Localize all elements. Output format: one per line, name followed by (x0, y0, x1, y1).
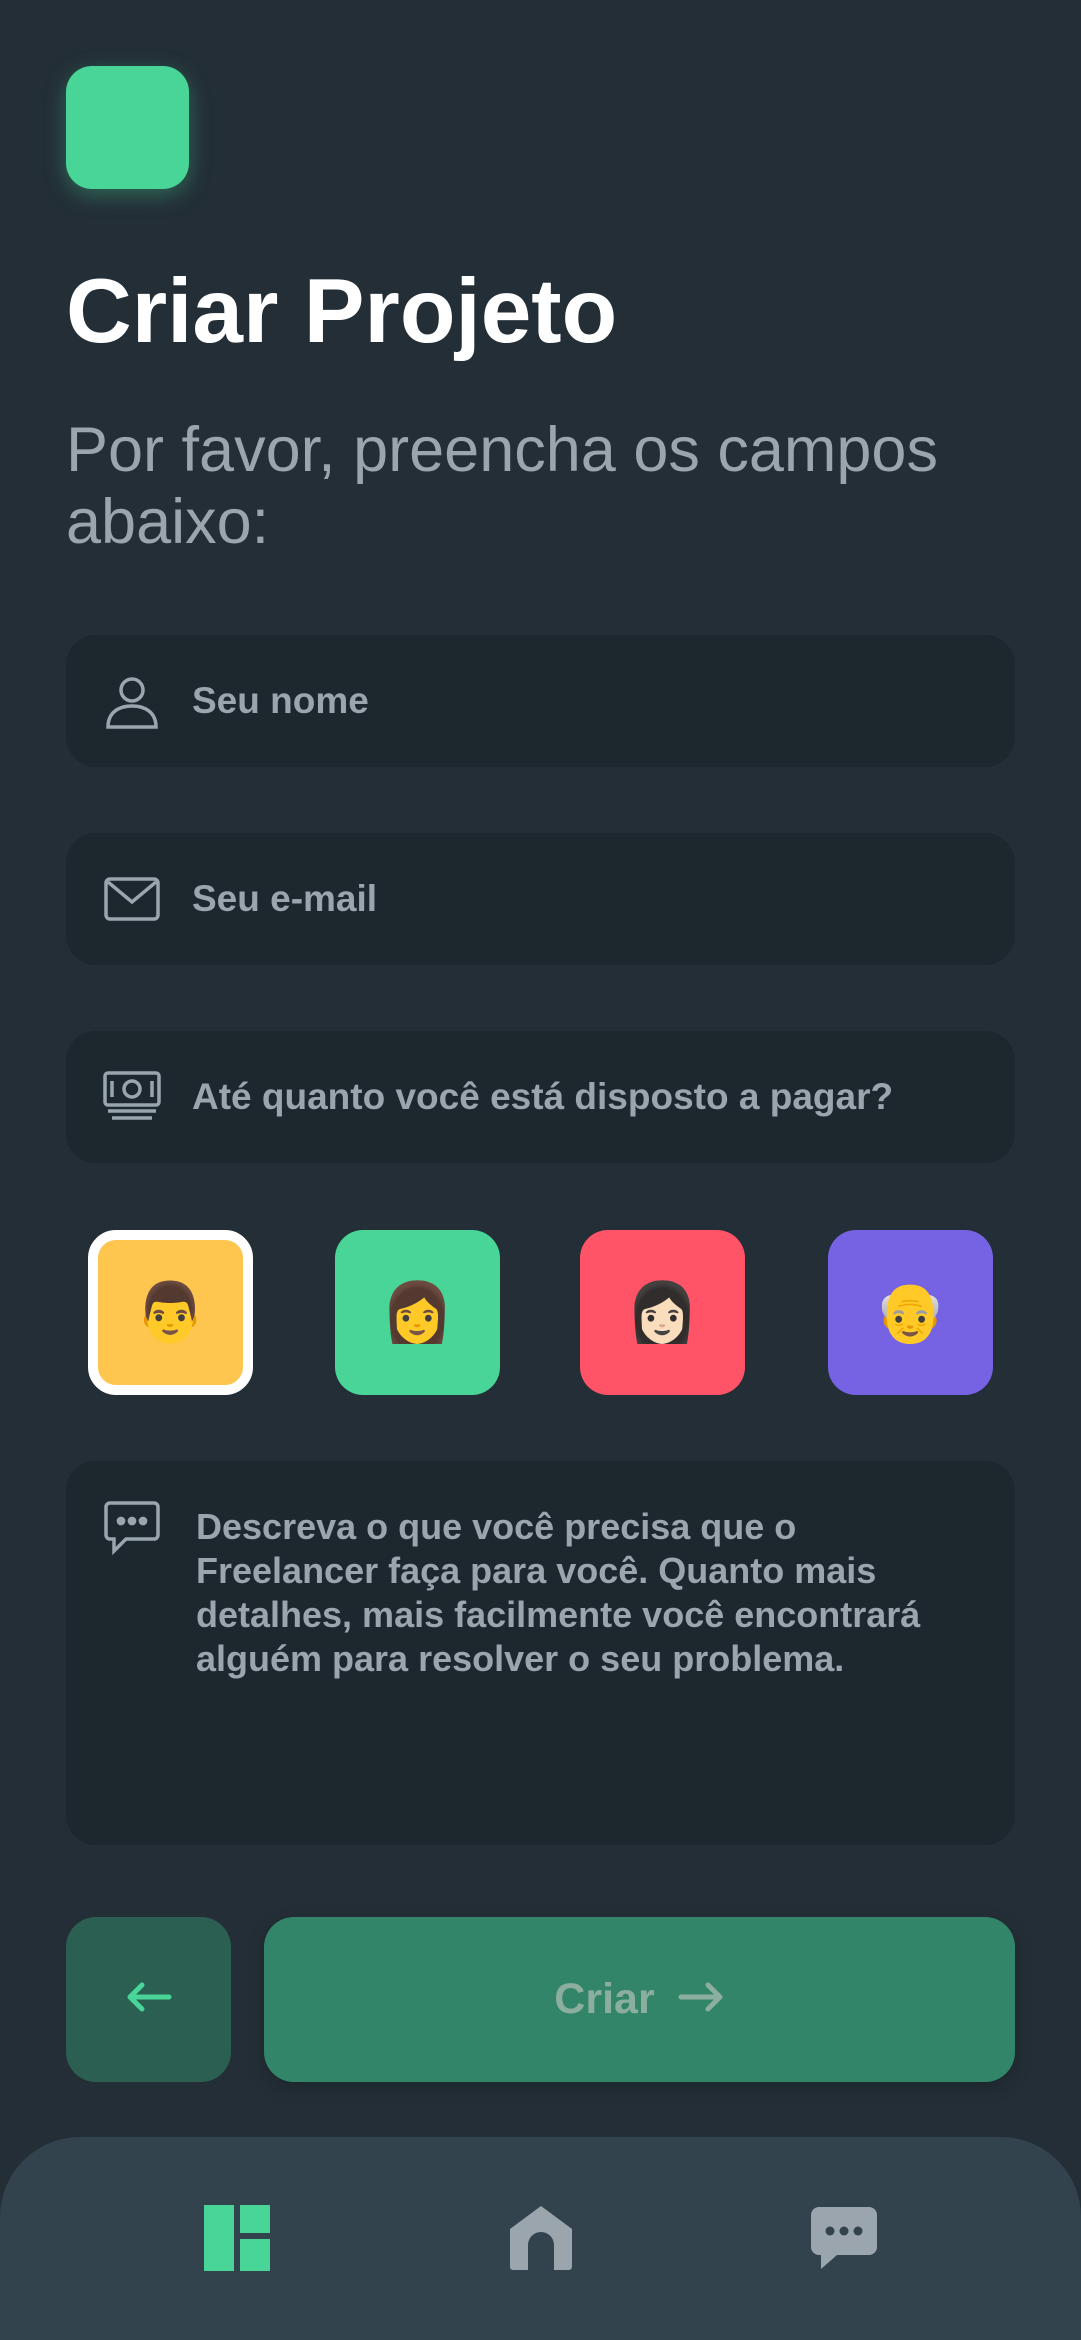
back-button[interactable] (66, 1917, 231, 2082)
bottom-navigation (0, 2137, 1081, 2340)
nav-item-dashboard[interactable] (202, 2203, 272, 2273)
page-subtitle: Por favor, preencha os campos abaixo: (66, 415, 938, 558)
description-field-placeholder: Descreva o que você precisa que o Freela… (196, 1506, 921, 1679)
app-logo (66, 66, 189, 189)
nav-item-chat[interactable] (809, 2203, 879, 2273)
arrow-right-icon (677, 1981, 725, 2018)
email-field-placeholder: Seu e-mail (192, 878, 378, 919)
budget-field[interactable]: Até quanto você está disposto a pagar? (66, 1031, 1015, 1163)
chat-icon (811, 2207, 877, 2269)
nav-item-home[interactable] (506, 2203, 576, 2273)
description-field[interactable]: Descreva o que você precisa que o Freela… (66, 1461, 1015, 1845)
avatar-4-emoji: 👴 (874, 1279, 947, 1345)
page-title: Criar Projeto (66, 261, 618, 362)
avatar-option-4[interactable]: 👴 (828, 1230, 993, 1395)
user-icon (102, 671, 162, 731)
avatar-option-2[interactable]: 👩 (335, 1230, 500, 1395)
envelope-icon (102, 869, 162, 929)
avatar-2-emoji: 👩 (381, 1279, 454, 1345)
home-icon (510, 2206, 572, 2270)
avatar-option-3[interactable]: 👩🏻 (580, 1230, 745, 1395)
avatar-1-emoji: 👨 (134, 1279, 207, 1345)
create-button-label: Criar (554, 1975, 655, 2023)
dashboard-icon (204, 2205, 270, 2271)
name-field[interactable]: Seu nome (66, 635, 1015, 767)
create-button[interactable]: Criar (264, 1917, 1015, 2082)
budget-field-placeholder: Até quanto você está disposto a pagar? (192, 1076, 894, 1117)
email-field[interactable]: Seu e-mail (66, 833, 1015, 965)
avatar-3-emoji: 👩🏻 (626, 1279, 699, 1345)
money-icon (102, 1067, 162, 1127)
avatar-option-1[interactable]: 👨 (88, 1230, 253, 1395)
chat-bubble-icon (102, 1497, 162, 1557)
name-field-placeholder: Seu nome (192, 680, 369, 721)
arrow-left-icon (125, 1981, 173, 2018)
avatar-picker: 👨 👩 👩🏻 👴 (88, 1230, 994, 1395)
